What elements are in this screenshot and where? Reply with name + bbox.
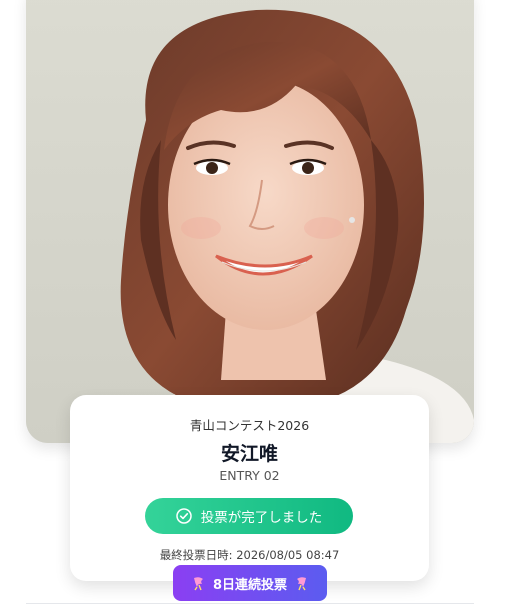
streak-badge: 8日連続投票 (173, 565, 327, 601)
ribbon-icon (297, 577, 307, 591)
vote-complete-label: 投票が完了しました (200, 510, 323, 526)
candidate-info-card: 青山コンテスト2026 安江唯 ENTRY 02 投票が完了しました 最終投票日… (70, 395, 429, 581)
candidate-name: 安江唯 (220, 443, 278, 465)
last-vote-datetime: 最終投票日時: 2026/08/05 08:47 (159, 548, 340, 562)
divider (26, 603, 474, 604)
entry-number: ENTRY 02 (219, 468, 280, 483)
check-circle-icon (176, 508, 192, 524)
streak-label: 8日連続投票 (212, 577, 288, 593)
candidate-photo (26, 0, 474, 443)
vote-complete-button[interactable]: 投票が完了しました (145, 498, 353, 534)
page: v18a6.e1.0a6 青山コンテスト2026 安江唯 ENTRY 02 投票… (0, 0, 513, 609)
photo-watermark: v18a6.e1.0a6 (80, 397, 156, 408)
contest-name: 青山コンテスト2026 (189, 418, 310, 433)
ribbon-icon (193, 577, 203, 591)
